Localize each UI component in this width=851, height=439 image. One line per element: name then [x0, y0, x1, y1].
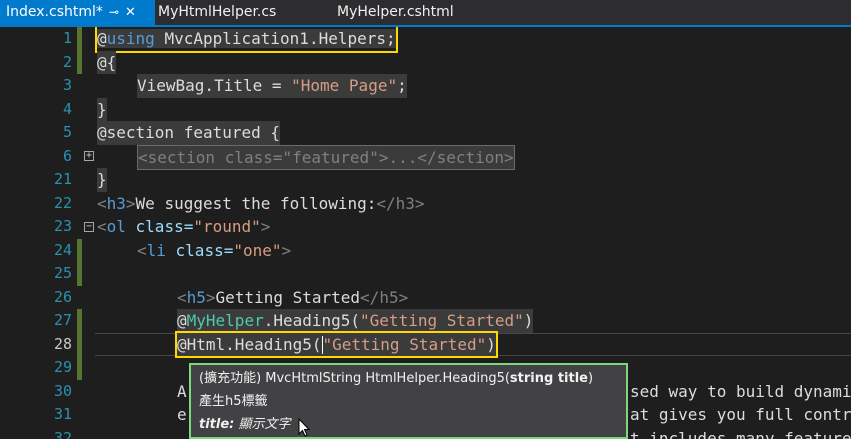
pin-icon[interactable]: ⊸	[109, 0, 119, 25]
code-line: 5 @section featured {	[0, 121, 851, 145]
code-text[interactable]: sed way to build dynami	[630, 380, 851, 404]
close-icon[interactable]: ✕	[125, 0, 136, 25]
code-line: 3 ViewBag.Title = "Home Page";	[0, 74, 851, 98]
collapse-icon[interactable]: −	[84, 222, 94, 232]
code-text[interactable]: ViewBag.Title = "Home Page";	[137, 74, 407, 98]
code-text[interactable]: @Html.Heading5("Getting Started")	[175, 330, 498, 358]
code-text[interactable]: }	[97, 168, 107, 192]
code-line: 6 + <section class="featured">...</secti…	[0, 144, 851, 170]
code-text[interactable]: <ol class="round">	[97, 215, 270, 239]
line-number: 2	[62, 52, 72, 71]
code-text[interactable]: @section featured {	[97, 121, 281, 145]
quick-info-tooltip: (擴充功能) MvcHtmlString HtmlHelper.Heading5…	[189, 363, 628, 439]
line-number: 4	[62, 99, 72, 118]
code-line: 21 }	[0, 168, 851, 192]
tab-label: Index.cshtml*	[6, 4, 103, 20]
code-text[interactable]: }	[97, 97, 107, 121]
line-number: 22	[53, 193, 72, 212]
tooltip-description: 產生h5標籤	[199, 394, 268, 409]
code-text[interactable]: @using MvcApplication1.Helpers;	[95, 27, 398, 53]
code-line: 22 <h3>We suggest the following:</h3>	[0, 192, 851, 216]
line-number: 21	[53, 170, 72, 188]
line-number: 31	[53, 405, 72, 423]
code-text[interactable]: @MyHelper.Heading5("Getting Started")	[177, 309, 534, 333]
tab-myhelper-cshtml[interactable]: MyHelper.cshtml	[337, 0, 454, 25]
line-number: 24	[53, 240, 72, 259]
tab-label: MyHtmlHelper.cs	[158, 4, 277, 20]
code-line-current: 28 @Html.Heading5("Getting Started")	[0, 330, 851, 358]
code-text[interactable]: t includes many feature	[630, 427, 851, 439]
code-line: 27 @MyHelper.Heading5("Getting Started")	[0, 309, 851, 333]
code-line: 1 @using MvcApplication1.Helpers;	[0, 27, 851, 53]
line-number: 28	[53, 334, 72, 353]
code-line: 24 <li class="one">	[0, 238, 851, 263]
tooltip-param: title: 顯示文字	[199, 417, 291, 432]
code-text[interactable]: <li class="one">	[137, 239, 291, 263]
code-line: 25	[0, 262, 851, 286]
line-number: 25	[53, 264, 72, 282]
code-text[interactable]: at gives you full contr	[630, 403, 851, 427]
change-marker	[77, 332, 82, 356]
line-number: 5	[62, 123, 72, 141]
line-number: 23	[53, 217, 72, 235]
code-line: 26 <h5>Getting Started</h5>	[0, 286, 851, 310]
change-marker	[77, 50, 82, 74]
code-line: 4 }	[0, 97, 851, 121]
code-text[interactable]: @{	[97, 50, 117, 74]
expand-icon[interactable]: +	[84, 150, 94, 161]
code-text[interactable]: A	[177, 380, 187, 404]
code-line: 2 @{	[0, 50, 851, 74]
line-number: 1	[62, 29, 72, 47]
tab-index-cshtml[interactable]: Index.cshtml* ⊸ ✕	[0, 0, 155, 25]
code-line: 23 − <ol class="round">	[0, 215, 851, 239]
line-number: 6	[62, 146, 72, 165]
change-marker	[77, 262, 82, 286]
line-number: 27	[53, 311, 72, 329]
line-number: 26	[53, 287, 72, 306]
collapsed-region[interactable]: <section class="featured">...</section>	[137, 144, 515, 170]
code-text[interactable]: <h5>Getting Started</h5>	[177, 286, 408, 310]
document-tab-bar: Index.cshtml* ⊸ ✕ MyHtmlHelper.cs MyHelper…	[0, 0, 851, 27]
change-marker	[77, 238, 82, 262]
line-number: 3	[62, 76, 72, 94]
code-text[interactable]: <h3>We suggest the following:</h3>	[97, 192, 425, 216]
change-marker	[77, 27, 82, 51]
code-text[interactable]: e	[177, 403, 187, 427]
line-number: 30	[53, 381, 72, 400]
tab-label: MyHelper.cshtml	[337, 4, 454, 20]
line-number: 32	[53, 428, 72, 439]
tab-myhtmlhelper-cs[interactable]: MyHtmlHelper.cs	[158, 0, 276, 25]
change-marker	[77, 309, 82, 333]
tooltip-signature: (擴充功能) MvcHtmlString HtmlHelper.Heading5…	[199, 371, 594, 386]
change-marker	[77, 356, 82, 380]
line-number: 29	[53, 358, 72, 376]
mouse-pointer-icon	[298, 418, 311, 437]
